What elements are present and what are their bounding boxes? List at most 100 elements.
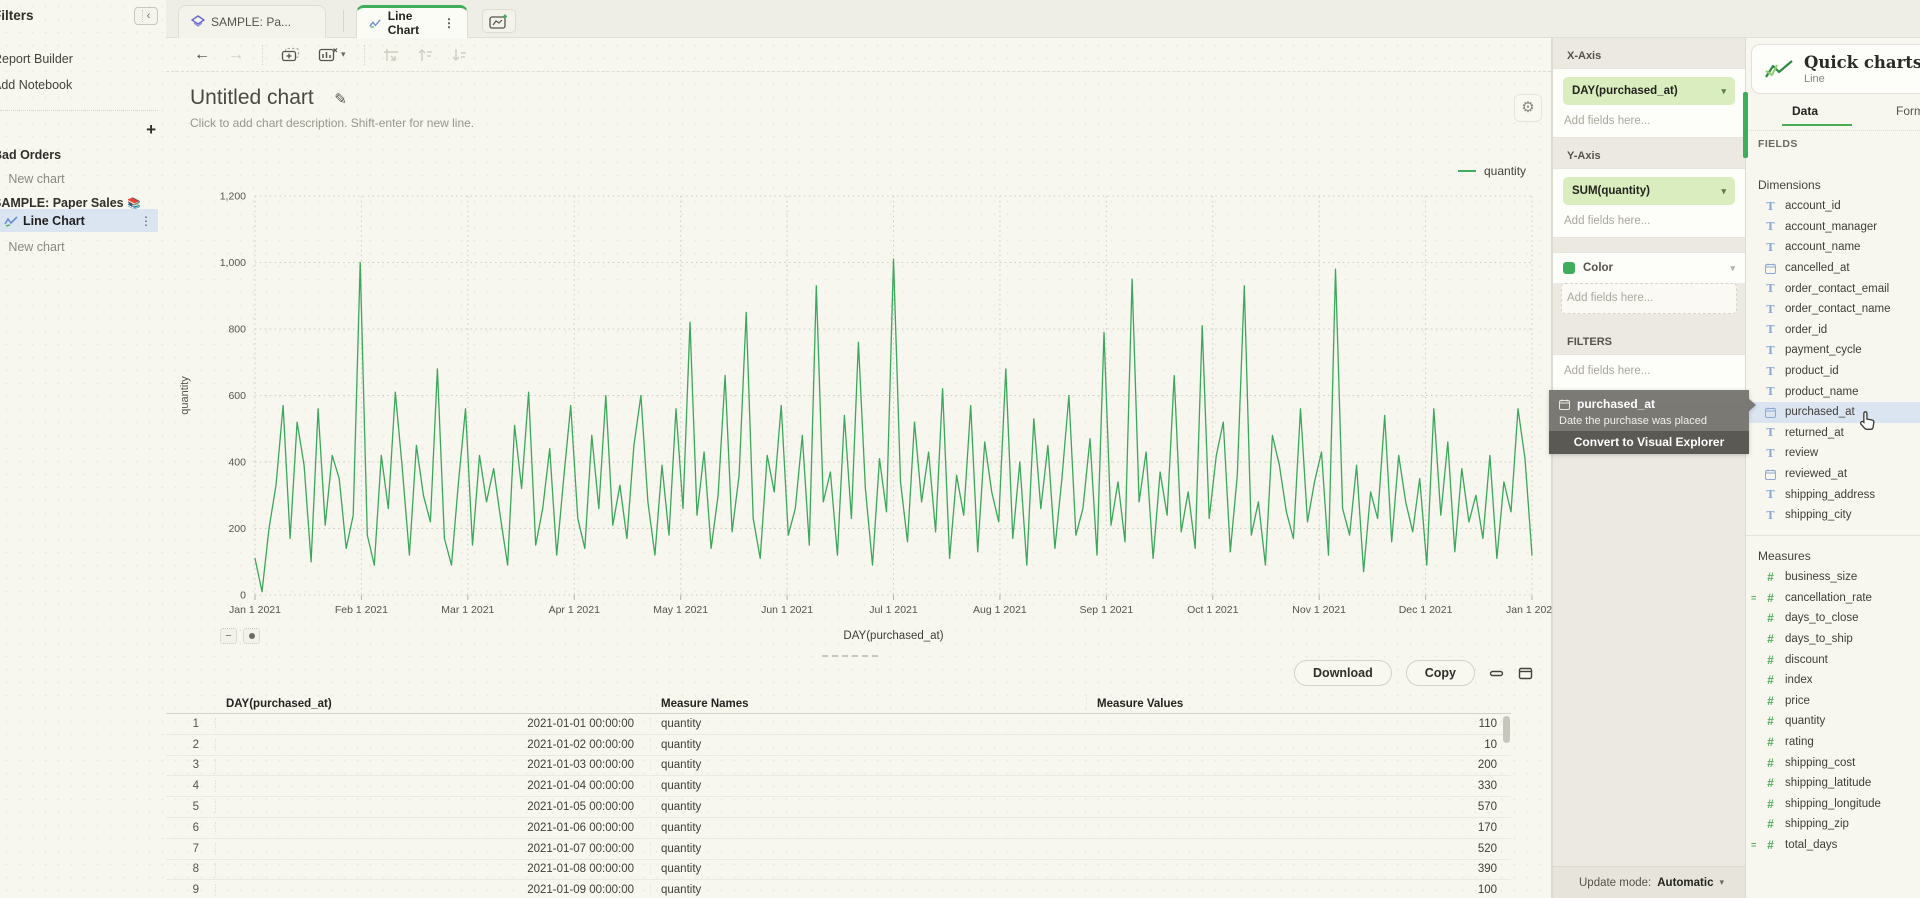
dimension-field-item[interactable]: T account_id (1746, 196, 1920, 217)
sort-descending-button[interactable] (451, 48, 467, 62)
gear-icon: ⚙ (1521, 99, 1534, 116)
cell-measure-value: 200 (1086, 759, 1511, 771)
x-axis-field-pill[interactable]: DAY(purchased_at) ▾ (1563, 77, 1735, 105)
table-row: 7 2021-01-07 00:00:00 quantity 520 (166, 839, 1511, 860)
dimension-field-item[interactable]: cancelled_at (1746, 258, 1920, 279)
zoom-reset-button[interactable] (243, 628, 260, 644)
measure-field-item[interactable]: # price (1746, 691, 1920, 712)
tab-line-chart[interactable]: Line Chart ⋮ (356, 5, 468, 38)
dimensions-section: Dimensions T account_id T account_manage… (1746, 172, 1920, 526)
pivot-button[interactable] (383, 48, 399, 62)
sort-desc-icon (451, 48, 467, 62)
measure-field-item[interactable]: = # cancellation_rate (1746, 588, 1920, 609)
color-dropzone[interactable]: Add fields here... (1561, 283, 1737, 314)
kebab-menu-icon[interactable]: ⋮ (443, 16, 455, 30)
duplicate-chart-button[interactable] (281, 47, 300, 62)
x-axis-dropzone[interactable]: DAY(purchased_at) ▾ Add fields here... (1553, 68, 1745, 138)
edit-title-icon[interactable]: ✎ (334, 91, 347, 108)
sidebar-item-bad-orders[interactable]: Bad Orders (0, 148, 61, 162)
caret-down-icon[interactable]: ▾ (1730, 263, 1735, 274)
dimension-field-item[interactable]: T shipping_city (1746, 505, 1920, 526)
add-report-button[interactable]: + (146, 120, 156, 140)
chart-description-placeholder[interactable]: Click to add chart description. Shift-en… (190, 116, 474, 130)
dimension-field-item[interactable]: T shipping_address (1746, 484, 1920, 505)
chart-title[interactable]: Untitled chart (190, 86, 314, 110)
dimension-field-item[interactable]: T returned_at (1746, 423, 1920, 444)
minimize-table-button[interactable] (1489, 667, 1504, 679)
measure-field-item[interactable]: # shipping_zip (1746, 814, 1920, 835)
tab-sample-paper-sales[interactable]: SAMPLE: Pa... (178, 5, 326, 38)
measure-field-item[interactable]: = # total_days (1746, 835, 1920, 856)
text-type-icon: T (1764, 323, 1777, 336)
measure-field-item[interactable]: # index (1746, 670, 1920, 691)
dimension-field-item[interactable]: T review (1746, 443, 1920, 464)
dimension-field-item[interactable]: reviewed_at (1746, 464, 1920, 485)
dimension-field-item[interactable]: T order_id (1746, 320, 1920, 341)
resize-handle[interactable] (822, 655, 878, 657)
measure-field-item[interactable]: # days_to_close (1746, 608, 1920, 629)
dimension-field-item[interactable]: T order_contact_email (1746, 278, 1920, 299)
chart-settings-button[interactable]: ⚙ (1514, 94, 1542, 122)
measure-field-item[interactable]: # business_size (1746, 567, 1920, 588)
dimension-field-item[interactable]: purchased_at (1746, 402, 1920, 423)
measure-field-item[interactable]: # shipping_cost (1746, 752, 1920, 773)
sidebar-item-line-chart[interactable]: Line Chart ⋮ (0, 209, 158, 232)
convert-to-visual-explorer-button[interactable]: Convert to Visual Explorer (1549, 431, 1749, 454)
line-chart-plot[interactable]: 02004006008001,0001,200Jan 1 2021Feb 1 2… (166, 178, 1552, 653)
svg-text:Jan 1 2022: Jan 1 2022 (1506, 604, 1552, 616)
y-axis-section-label: Y-Axis (1567, 150, 1745, 162)
number-type-icon: # (1764, 735, 1777, 749)
expand-table-button[interactable] (1518, 667, 1533, 680)
tab-format[interactable]: Format (1896, 104, 1920, 118)
zoom-out-button[interactable]: − (220, 628, 237, 644)
kebab-menu-icon[interactable]: ⋮ (140, 214, 152, 228)
divider (1746, 130, 1920, 131)
copy-button[interactable]: Copy (1406, 660, 1475, 686)
dimension-field-item[interactable]: T payment_cycle (1746, 340, 1920, 361)
measure-field-item[interactable]: # discount (1746, 649, 1920, 670)
svg-text:quantity: quantity (179, 376, 191, 415)
dimension-field-item[interactable]: T order_contact_name (1746, 299, 1920, 320)
redo-button[interactable]: → (228, 46, 244, 64)
svg-text:Nov 1 2021: Nov 1 2021 (1292, 604, 1346, 616)
cell-measure-name: quantity (650, 759, 1086, 771)
sidebar-item-new-chart-1[interactable]: +New chart (0, 172, 65, 186)
dimension-field-item[interactable]: T account_name (1746, 237, 1920, 258)
drop-indicator (1743, 92, 1748, 158)
download-button[interactable]: Download (1294, 660, 1392, 686)
y-axis-field-pill[interactable]: SUM(quantity) ▾ (1563, 177, 1735, 205)
measure-field-item[interactable]: # days_to_ship (1746, 629, 1920, 650)
window-icon (1518, 667, 1533, 680)
sort-ascending-button[interactable] (417, 48, 433, 62)
caret-down-icon[interactable]: ▾ (1721, 186, 1726, 197)
measure-field-item[interactable]: # shipping_latitude (1746, 773, 1920, 794)
dragged-field-name: purchased_at (1577, 397, 1655, 411)
field-name: days_to_close (1785, 612, 1859, 624)
measure-field-item[interactable]: # rating (1746, 732, 1920, 753)
fields-panel-tabs: Data Format (1746, 100, 1920, 126)
chart-legend[interactable]: quantity (1458, 164, 1526, 178)
dimension-field-item[interactable]: T account_manager (1746, 217, 1920, 238)
tab-data[interactable]: Data (1792, 104, 1818, 118)
measure-field-item[interactable]: # shipping_longitude (1746, 794, 1920, 815)
sidebar-item-new-chart-2[interactable]: +New chart (0, 240, 65, 254)
table-scrollbar[interactable] (1503, 716, 1510, 743)
cell-measure-value: 110 (1086, 718, 1511, 730)
sidebar-item-add-notebook[interactable]: Add Notebook (0, 78, 72, 92)
caret-down-icon[interactable]: ▾ (1719, 877, 1724, 888)
measure-field-item[interactable]: # quantity (1746, 711, 1920, 732)
undo-button[interactable]: ← (194, 46, 210, 64)
remove-chart-button[interactable]: ▾ (318, 47, 346, 62)
dimension-field-item[interactable]: T product_id (1746, 361, 1920, 382)
new-tab-button[interactable] (482, 9, 516, 33)
sidebar-item-sample-paper-sales[interactable]: SAMPLE: Paper Sales 📚 (0, 196, 141, 210)
color-section[interactable]: Color ▾ (1553, 252, 1745, 283)
chart-zoom-controls: − (220, 628, 260, 644)
caret-down-icon[interactable]: ▾ (1721, 86, 1726, 97)
y-axis-dropzone[interactable]: SUM(quantity) ▾ Add fields here... (1553, 168, 1745, 238)
dimension-field-item[interactable]: T product_name (1746, 381, 1920, 402)
tooltip-body: purchased_at Date the purchase was place… (1549, 390, 1749, 431)
sidebar-item-report-builder[interactable]: Report Builder (0, 52, 73, 66)
update-mode-value[interactable]: Automatic (1657, 877, 1713, 889)
collapse-sidebar-button[interactable]: ‹ (134, 7, 158, 25)
